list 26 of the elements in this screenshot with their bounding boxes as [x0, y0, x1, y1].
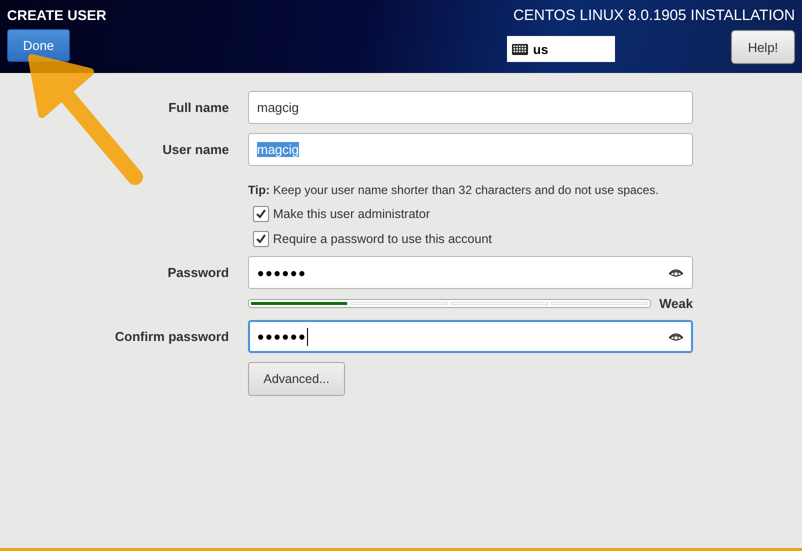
keyboard-icon: [512, 44, 528, 54]
confirm-password-field[interactable]: ●●●●●●: [248, 320, 693, 353]
done-button[interactable]: Done: [7, 29, 70, 62]
field-value: magcig: [257, 142, 299, 157]
full-name-field[interactable]: magcig: [248, 91, 693, 124]
field-label: Full name: [168, 100, 229, 115]
page-title: CREATE USER: [7, 7, 106, 23]
field-label: Confirm password: [114, 329, 229, 344]
keyboard-layout-indicator[interactable]: us: [507, 36, 615, 62]
checkbox-label[interactable]: Require a password to use this account: [273, 232, 492, 246]
checkbox[interactable]: [253, 231, 269, 247]
field-label: User name: [162, 142, 229, 157]
strength-label: Weak: [659, 296, 693, 311]
tip-text: Tip: Keep your user name shorter than 32 characters and do not use spaces.: [248, 182, 660, 197]
field-value: magcig: [257, 100, 299, 115]
product-title: CENTOS LINUX 8.0.1905 INSTALLATION: [513, 7, 795, 24]
checkbox-label[interactable]: Make this user administrator: [273, 207, 430, 221]
eye-icon[interactable]: [668, 266, 684, 278]
field-label: Password: [168, 265, 229, 280]
help-button[interactable]: Help!: [731, 30, 795, 64]
password-dots: ●●●●●●: [257, 328, 306, 343]
advanced-button[interactable]: Advanced...: [248, 362, 345, 396]
eye-icon[interactable]: [668, 330, 684, 342]
password-dots: ●●●●●●: [257, 266, 306, 280]
checkbox[interactable]: [253, 206, 269, 222]
password-field[interactable]: ●●●●●●: [248, 256, 693, 289]
